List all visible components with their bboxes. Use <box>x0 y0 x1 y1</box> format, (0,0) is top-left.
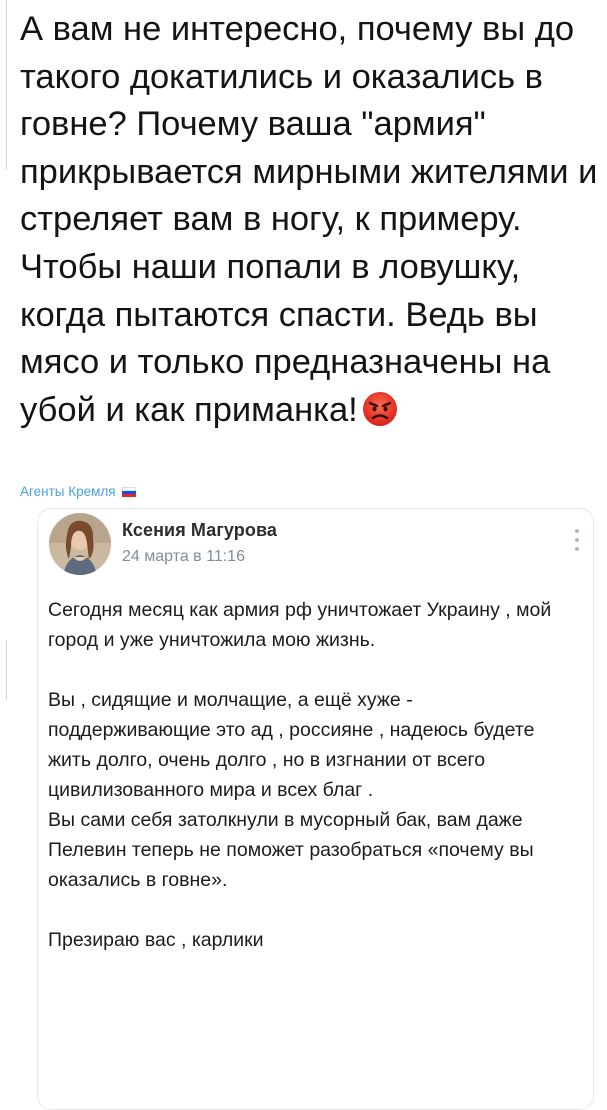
comment-text-block: А вам не интересно, почему вы до такого … <box>20 6 600 440</box>
post-paragraph: Вы , сидящие и молчащие, а ещё хуже - по… <box>48 689 535 801</box>
russia-flag-icon <box>121 487 136 497</box>
source-link[interactable]: Агенты Кремля <box>20 484 136 499</box>
post-paragraph: Вы сами себя затолкнули в мусорный бак, … <box>48 809 534 891</box>
post-paragraph: Презираю вас , карлики <box>48 929 264 951</box>
angry-face-icon <box>362 391 398 441</box>
post-paragraph: Сегодня месяц как армия рф уничтожает Ук… <box>48 599 552 651</box>
comment-text: А вам не интересно, почему вы до такого … <box>20 10 598 429</box>
left-border <box>6 640 7 700</box>
more-vertical-icon[interactable] <box>575 529 579 551</box>
post-body: Сегодня месяц как армия рф уничтожает Ук… <box>48 595 578 955</box>
left-border <box>6 0 7 170</box>
source-label: Агенты Кремля <box>20 484 116 499</box>
author-name[interactable]: Ксения Магурова <box>122 520 277 541</box>
post-card: Ксения Магурова 24 марта в 11:16 Сегодня… <box>37 508 594 1110</box>
avatar[interactable] <box>49 513 111 575</box>
post-date[interactable]: 24 марта в 11:16 <box>122 548 245 566</box>
